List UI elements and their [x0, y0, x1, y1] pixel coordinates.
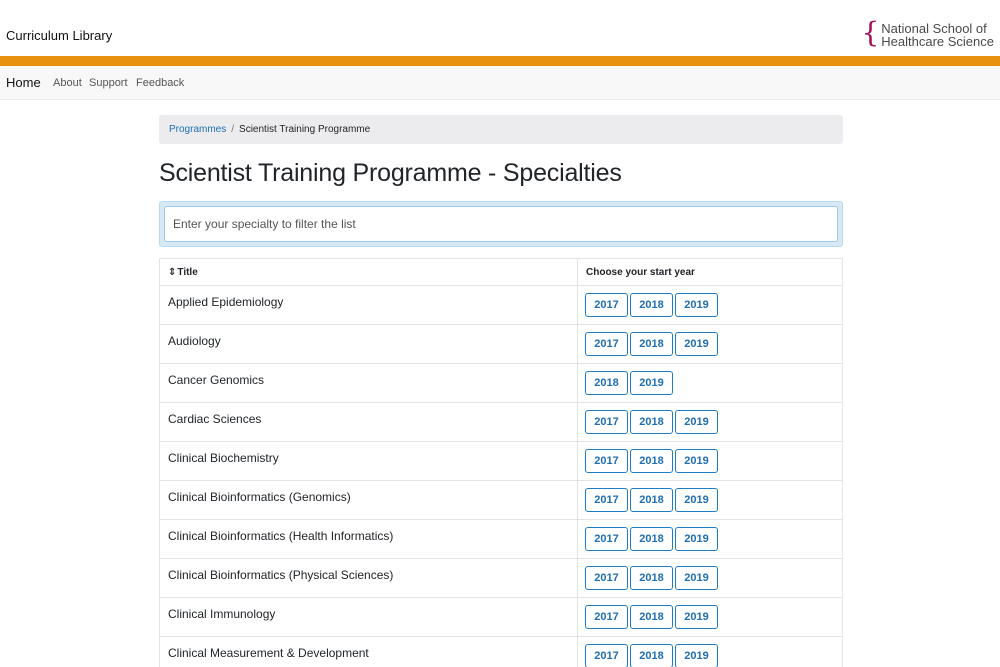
column-header-title[interactable]: ⇕Title — [159, 258, 578, 286]
start-year-button[interactable]: 2017 — [585, 605, 628, 629]
nav-support-link[interactable]: Support — [89, 77, 128, 89]
start-year-button[interactable]: 2017 — [585, 332, 628, 356]
start-year-cell: 2017 2018 2019 — [577, 519, 843, 559]
specialty-title: Clinical Immunology — [159, 597, 578, 637]
logo-line-2: Healthcare Science — [881, 34, 994, 49]
logo-text: National School of Healthcare Science — [881, 22, 994, 48]
specialty-title: Clinical Bioinformatics (Genomics) — [159, 480, 578, 520]
table-row: Cardiac Sciences 2017 2018 2019 — [159, 402, 843, 442]
table-row: Clinical Bioinformatics (Genomics) 2017 20… — [159, 480, 843, 520]
page-title: Scientist Training Programme - Specialti… — [159, 159, 622, 187]
table-row: Clinical Measurement & Development 2017 20… — [159, 636, 843, 667]
start-year-cell: 2017 2018 2019 — [577, 480, 843, 520]
table-row: Applied Epidemiology 2017 2018 2019 — [159, 285, 843, 325]
start-year-cell: 2018 2019 — [577, 363, 843, 403]
start-year-cell: 2017 2018 2019 — [577, 402, 843, 442]
start-year-button[interactable]: 2019 — [675, 488, 718, 512]
table-row: Cancer Genomics 2018 2019 — [159, 363, 843, 403]
start-year-button[interactable]: 2018 — [630, 293, 673, 317]
start-year-button[interactable]: 2017 — [585, 293, 628, 317]
start-year-button[interactable]: 2019 — [675, 410, 718, 434]
specialty-title: Applied Epidemiology — [159, 285, 578, 325]
specialty-title: Cardiac Sciences — [159, 402, 578, 442]
start-year-cell: 2017 2018 2019 — [577, 558, 843, 598]
nav-feedback-link[interactable]: Feedback — [136, 77, 184, 89]
start-year-button[interactable]: 2018 — [630, 527, 673, 551]
start-year-button[interactable]: 2018 — [630, 605, 673, 629]
start-year-button[interactable]: 2019 — [675, 644, 718, 667]
specialty-title: Clinical Measurement & Development — [159, 636, 578, 667]
top-header: Curriculum Library { National School of … — [0, 0, 1000, 56]
start-year-button[interactable]: 2018 — [630, 332, 673, 356]
nav-about-link[interactable]: About — [53, 77, 82, 89]
specialty-title: Clinical Bioinformatics (Health Informat… — [159, 519, 578, 559]
start-year-button[interactable]: 2017 — [585, 527, 628, 551]
nav-home-link[interactable]: Home — [6, 75, 41, 90]
start-year-button[interactable]: 2019 — [675, 566, 718, 590]
table-body: Applied Epidemiology 2017 2018 2019 Audiolog… — [159, 285, 843, 667]
main-nav: Home About Support Feedback — [0, 66, 1000, 100]
start-year-button[interactable]: 2019 — [675, 605, 718, 629]
table-row: Audiology 2017 2018 2019 — [159, 324, 843, 364]
start-year-button[interactable]: 2017 — [585, 488, 628, 512]
start-year-button[interactable]: 2019 — [675, 293, 718, 317]
specialty-title: Audiology — [159, 324, 578, 364]
breadcrumb: Programmes / Scientist Training Programme — [159, 115, 843, 144]
specialties-table: ⇕Title Choose your start year Applied Ep… — [159, 258, 843, 667]
table-row: Clinical Bioinformatics (Physical Scienc… — [159, 558, 843, 598]
table-row: Clinical Immunology 2017 2018 2019 — [159, 597, 843, 637]
start-year-button[interactable]: 2018 — [630, 644, 673, 667]
search-container — [159, 201, 843, 247]
specialty-title: Clinical Bioinformatics (Physical Scienc… — [159, 558, 578, 598]
nshcs-logo[interactable]: { National School of Healthcare Science — [861, 16, 994, 50]
sort-icon[interactable]: ⇕ — [168, 267, 176, 278]
start-year-button[interactable]: 2019 — [630, 371, 673, 395]
table-row: Clinical Biochemistry 2017 2018 2019 — [159, 441, 843, 481]
column-title-label: Title — [177, 267, 198, 278]
app-title[interactable]: Curriculum Library — [6, 28, 112, 43]
breadcrumb-current: Scientist Training Programme — [239, 124, 371, 135]
specialty-filter-input[interactable] — [164, 206, 838, 242]
start-year-button[interactable]: 2017 — [585, 644, 628, 667]
accent-bar — [0, 56, 1000, 66]
start-year-button[interactable]: 2018 — [630, 488, 673, 512]
start-year-cell: 2017 2018 2019 — [577, 324, 843, 364]
start-year-button[interactable]: 2019 — [675, 449, 718, 473]
start-year-button[interactable]: 2017 — [585, 449, 628, 473]
breadcrumb-separator: / — [231, 124, 235, 135]
breadcrumb-programmes-link[interactable]: Programmes — [169, 124, 226, 135]
specialty-title: Cancer Genomics — [159, 363, 578, 403]
table-header-row: ⇕Title Choose your start year — [159, 258, 843, 286]
start-year-button[interactable]: 2018 — [585, 371, 628, 395]
specialty-title: Clinical Biochemistry — [159, 441, 578, 481]
start-year-cell: 2017 2018 2019 — [577, 597, 843, 637]
start-year-button[interactable]: 2018 — [630, 449, 673, 473]
start-year-button[interactable]: 2017 — [585, 566, 628, 590]
start-year-button[interactable]: 2018 — [630, 566, 673, 590]
column-header-years: Choose your start year — [577, 258, 843, 286]
start-year-button[interactable]: 2018 — [630, 410, 673, 434]
logo-brace-icon: { — [861, 16, 880, 49]
start-year-cell: 2017 2018 2019 — [577, 636, 843, 667]
start-year-cell: 2017 2018 2019 — [577, 285, 843, 325]
start-year-cell: 2017 2018 2019 — [577, 441, 843, 481]
start-year-button[interactable]: 2019 — [675, 527, 718, 551]
table-row: Clinical Bioinformatics (Health Informat… — [159, 519, 843, 559]
start-year-button[interactable]: 2019 — [675, 332, 718, 356]
start-year-button[interactable]: 2017 — [585, 410, 628, 434]
